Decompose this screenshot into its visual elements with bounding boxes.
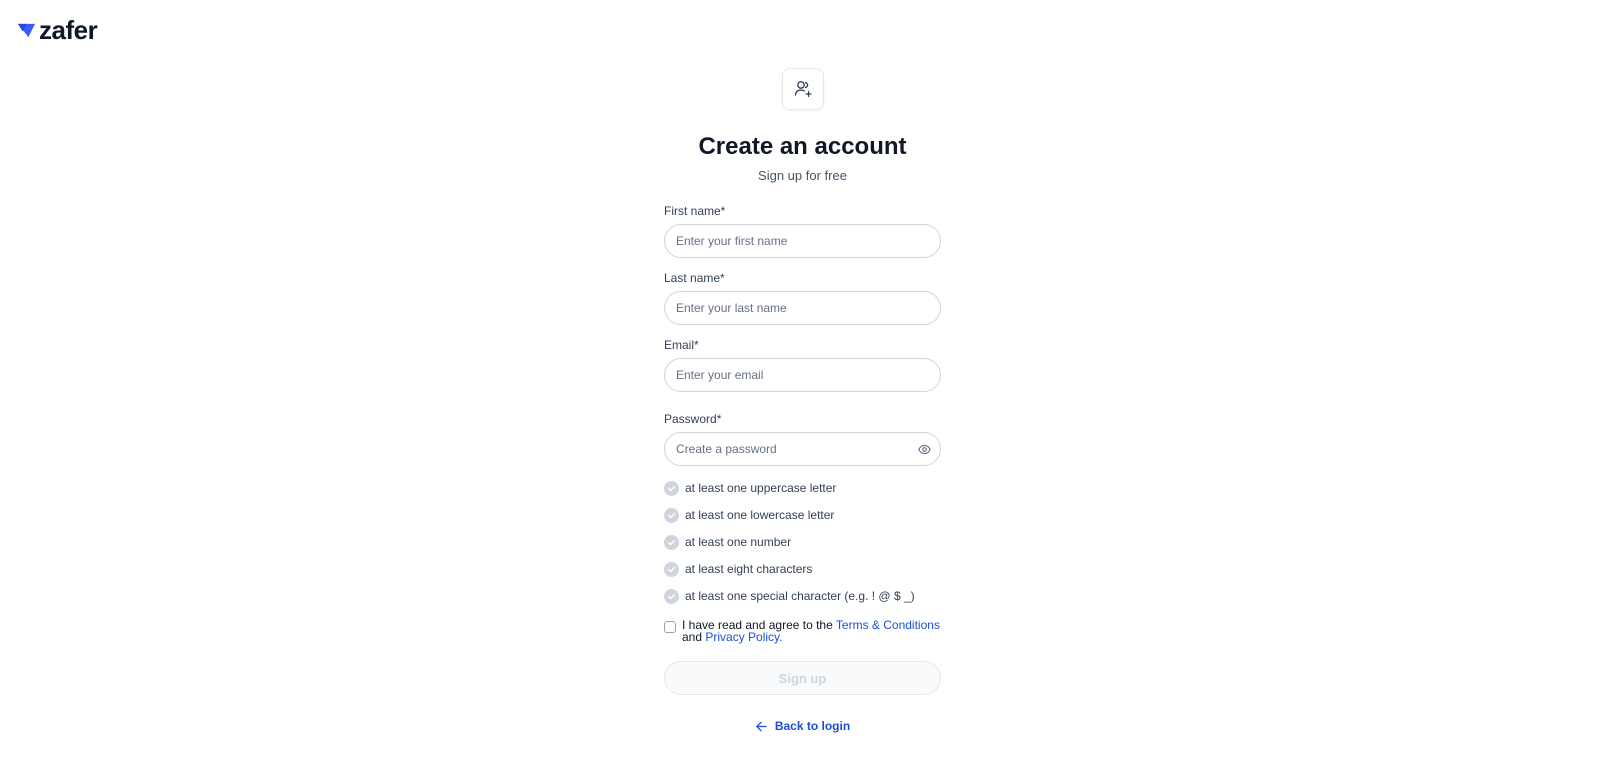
brand-name: zafer [39, 15, 98, 45]
requirement-text: at least eight characters [685, 562, 813, 576]
check-circle-icon [664, 534, 679, 550]
user-plus-icon [794, 81, 812, 98]
first-name-input[interactable] [664, 224, 941, 258]
terms-agreement: I have read and agree to the Terms & Con… [664, 619, 941, 643]
email-input[interactable] [664, 358, 941, 392]
terms-conditions-link[interactable]: Terms & Conditions [836, 618, 940, 632]
last-name-label: Last name* [664, 271, 725, 285]
requirement-item: at least eight characters [664, 561, 941, 577]
back-to-login-link[interactable]: Back to login [664, 719, 941, 733]
password-label: Password* [664, 412, 722, 426]
email-group: Email* [664, 338, 941, 392]
back-to-login-label: Back to login [774, 719, 851, 733]
signup-form: Create an account Sign up for free First… [664, 68, 941, 733]
check-circle-icon [664, 588, 679, 604]
check-circle-icon [664, 507, 679, 523]
last-name-group: Last name* [664, 271, 941, 325]
page-title: Create an account [698, 133, 907, 160]
logo-mark-icon [17, 23, 36, 37]
first-name-label: First name* [664, 204, 726, 218]
requirement-item: at least one special character (e.g. ! @… [664, 588, 941, 604]
requirement-text: at least one uppercase letter [685, 481, 837, 495]
requirement-item: at least one number [664, 534, 941, 550]
check-circle-icon [664, 480, 679, 496]
requirement-item: at least one uppercase letter [664, 480, 941, 496]
sign-up-button[interactable]: Sign up [664, 661, 941, 695]
check-circle-icon [664, 561, 679, 577]
password-input[interactable] [664, 432, 941, 466]
requirement-text: at least one lowercase letter [685, 508, 835, 522]
brand-logo[interactable]: zafer [17, 15, 98, 45]
arrow-left-icon [756, 721, 767, 731]
requirement-item: at least one lowercase letter [664, 507, 941, 523]
terms-checkbox[interactable] [664, 621, 676, 633]
show-password-toggle[interactable] [917, 442, 931, 456]
password-group: Password* [664, 412, 941, 466]
requirement-text: at least one number [685, 535, 792, 549]
password-requirements: at least one uppercase letter at least o… [664, 480, 941, 604]
header-icon-box [781, 68, 824, 110]
email-label: Email* [664, 338, 699, 352]
terms-middle: and [682, 630, 706, 644]
requirement-text: at least one special character (e.g. ! @… [685, 589, 915, 603]
eye-icon [917, 444, 931, 454]
page-subtitle: Sign up for free [758, 168, 847, 183]
terms-text: I have read and agree to the Terms & Con… [682, 619, 940, 643]
first-name-group: First name* [664, 204, 941, 258]
privacy-policy-link[interactable]: Privacy Policy. [705, 630, 782, 644]
last-name-input[interactable] [664, 291, 941, 325]
